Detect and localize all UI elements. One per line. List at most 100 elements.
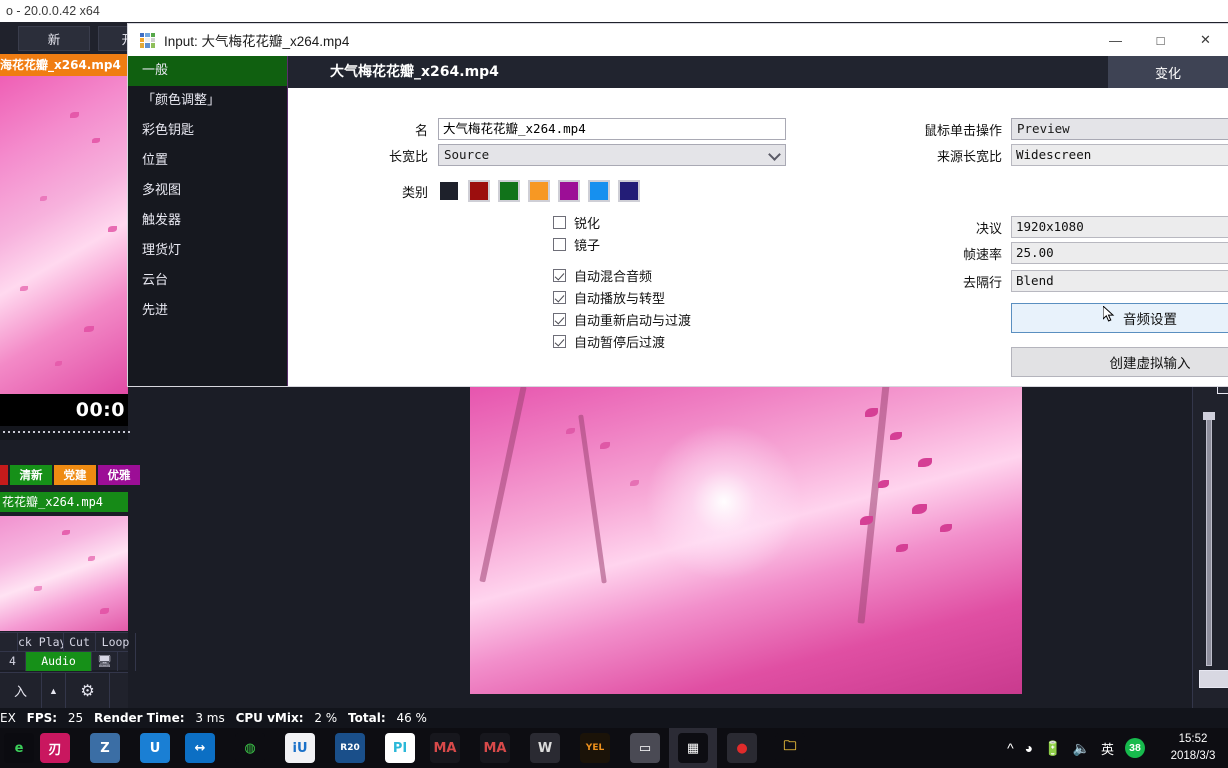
- name-input[interactable]: 大气梅花花瓣_x264.mp4: [438, 118, 786, 140]
- aspect-ratio-value: Source: [444, 147, 490, 162]
- uc-icon[interactable]: U: [140, 733, 170, 763]
- category-swatch-1[interactable]: [468, 180, 490, 202]
- sidebar-item-label: 一般: [142, 63, 169, 78]
- fader-bottom-button[interactable]: [1199, 670, 1228, 688]
- checkbox-5[interactable]: [553, 335, 566, 348]
- play-button[interactable]: ck Play: [18, 633, 64, 652]
- volume-fader-knob[interactable]: [1203, 412, 1215, 420]
- zotero-icon[interactable]: Z: [90, 733, 120, 763]
- sidebar-item-6[interactable]: 理货灯: [128, 236, 287, 266]
- checkbox-0[interactable]: [553, 216, 566, 229]
- dialog-header-title: 大气梅花花瓣_x264.mp4: [330, 64, 499, 80]
- create-virtual-input-button[interactable]: 创建虚拟输入: [1011, 347, 1228, 377]
- sidebar-item-label: 触发器: [142, 213, 182, 228]
- deinterlace-input[interactable]: Blend: [1011, 270, 1228, 292]
- pi-icon[interactable]: PI: [385, 733, 415, 763]
- sidebar-item-4[interactable]: 多视图: [128, 176, 287, 206]
- record-icon[interactable]: ●: [727, 733, 757, 763]
- tag-item-dangjian[interactable]: 党建: [54, 465, 96, 485]
- audio-settings-button[interactable]: 音频设置: [1011, 303, 1228, 333]
- sidebar-item-3[interactable]: 位置: [128, 146, 287, 176]
- wysiwyg-icon[interactable]: W: [530, 733, 560, 763]
- category-swatch-6[interactable]: [618, 180, 640, 202]
- volume-icon[interactable]: 🔈: [1073, 740, 1090, 757]
- explorer-icon[interactable]: 🗀: [775, 733, 805, 763]
- tag-item[interactable]: [0, 465, 8, 485]
- checkbox-2[interactable]: [553, 269, 566, 282]
- taskbar-clock[interactable]: 15:52 2018/3/3: [1162, 731, 1224, 765]
- category-swatch-2[interactable]: [498, 180, 520, 202]
- new-button[interactable]: 新: [18, 26, 90, 51]
- settings-gear-icon[interactable]: ⚙: [66, 673, 110, 708]
- maya3d-icon[interactable]: MA: [480, 733, 510, 763]
- extra-audio-icon[interactable]: [118, 652, 136, 671]
- secondary-preview-thumbnail[interactable]: [0, 516, 128, 631]
- audio-toggle-button[interactable]: Audio: [26, 652, 92, 671]
- sidebar-item-1[interactable]: 「颜色调整」: [128, 86, 287, 116]
- category-swatch-3[interactable]: [528, 180, 550, 202]
- checkbox-row-2[interactable]: 自动混合音频: [553, 266, 652, 285]
- battery-icon[interactable]: 🔋: [1044, 740, 1061, 757]
- battery-percent-badge[interactable]: 38: [1125, 738, 1145, 758]
- checkbox-label: 自动播放与转型: [574, 292, 666, 307]
- add-input-button[interactable]: 入: [0, 673, 42, 708]
- resolution-input[interactable]: 1920x1080: [1011, 216, 1228, 238]
- selected-file-label[interactable]: 花花瓣_x264.mp4: [0, 492, 128, 512]
- tab-transform[interactable]: 变化: [1108, 56, 1228, 88]
- dialog-titlebar[interactable]: Input: 大气梅花花瓣_x264.mp4 — □ ✕: [128, 24, 1228, 56]
- checkbox-row-1[interactable]: 镜子: [553, 235, 600, 254]
- framerate-input[interactable]: 25.00: [1011, 242, 1228, 264]
- monitor-icon[interactable]: 🖥: [92, 652, 118, 671]
- source-aspect-label: 来源长宽比: [936, 149, 1002, 165]
- checkbox-4[interactable]: [553, 313, 566, 326]
- tray-chevron-icon[interactable]: ^: [1007, 740, 1014, 756]
- close-icon[interactable]: ✕: [1183, 24, 1228, 56]
- click-action-select[interactable]: Preview: [1011, 118, 1228, 140]
- cast-icon[interactable]: ▭: [630, 733, 660, 763]
- category-swatch-5[interactable]: [588, 180, 610, 202]
- channel-number[interactable]: 4: [0, 652, 26, 671]
- category-swatch-4[interactable]: [558, 180, 580, 202]
- vmix-logo-icon: [140, 32, 155, 48]
- checkbox-row-4[interactable]: 自动重新启动与过渡: [553, 310, 691, 329]
- bottom-extra-cell[interactable]: [110, 673, 128, 708]
- cut-button[interactable]: Cut: [64, 633, 96, 652]
- status-total-label: Total:: [348, 711, 386, 725]
- volume-fader-track[interactable]: [1206, 416, 1212, 666]
- sidebar-item-2[interactable]: 彩色钥匙: [128, 116, 287, 146]
- teamviewer-icon[interactable]: ↔: [185, 733, 215, 763]
- source-aspect-input[interactable]: Widescreen: [1011, 144, 1228, 166]
- wechat-icon[interactable]: ◍: [235, 733, 265, 763]
- loop-button[interactable]: Loop: [96, 633, 136, 652]
- sidebar-item-0[interactable]: 一般: [128, 56, 287, 86]
- checkbox-row-3[interactable]: 自动播放与转型: [553, 288, 665, 307]
- add-input-dropdown[interactable]: ▲: [42, 673, 66, 708]
- dialog-title-text: Input: 大气梅花花瓣_x264.mp4: [164, 34, 350, 49]
- kingsoft-icon[interactable]: 刃: [40, 733, 70, 763]
- tag-item-qingxin[interactable]: 清新: [10, 465, 52, 485]
- yel-icon[interactable]: YEL: [580, 733, 610, 763]
- sidebar-item-7[interactable]: 云台: [128, 266, 287, 296]
- active-input-label[interactable]: 海花花瓣_x264.mp4: [0, 54, 128, 76]
- vmix-window-title: o - 20.0.0.42 x64: [0, 0, 1228, 22]
- checkbox-row-5[interactable]: 自动暂停后过渡: [553, 332, 665, 351]
- checkbox-1[interactable]: [553, 238, 566, 251]
- maya-icon[interactable]: MA: [430, 733, 460, 763]
- edge-icon[interactable]: e: [4, 733, 34, 763]
- sidebar-item-8[interactable]: 先进: [128, 296, 287, 326]
- checkbox-row-0[interactable]: 锐化: [553, 213, 600, 232]
- playback-left-cell[interactable]: [0, 633, 18, 652]
- sidebar-item-5[interactable]: 触发器: [128, 206, 287, 236]
- vmix-icon[interactable]: ▦: [678, 733, 708, 763]
- ime-indicator[interactable]: 英: [1101, 739, 1114, 758]
- cinema4d-icon[interactable]: R20: [335, 733, 365, 763]
- iu-icon[interactable]: iU: [285, 733, 315, 763]
- wifi-icon[interactable]: ◕: [1025, 740, 1033, 756]
- aspect-ratio-select[interactable]: Source: [438, 144, 786, 166]
- maximize-icon[interactable]: □: [1138, 24, 1183, 56]
- tag-item-youya[interactable]: 优雅: [98, 465, 140, 485]
- minimize-icon[interactable]: —: [1093, 24, 1138, 56]
- category-swatch-0[interactable]: [438, 180, 460, 202]
- checkbox-3[interactable]: [553, 291, 566, 304]
- input-preview-thumbnail[interactable]: [0, 76, 128, 394]
